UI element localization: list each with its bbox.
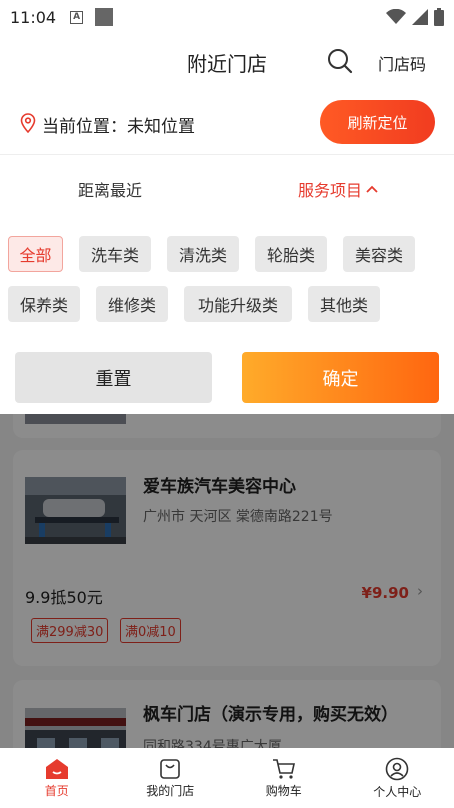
wifi-icon [386, 9, 406, 24]
nav-profile[interactable]: 个人中心 [341, 748, 454, 808]
nav-my-store-label: 我的门店 [146, 783, 195, 798]
chip-maintenance[interactable]: 保养类 [8, 286, 80, 322]
a-notification-icon: A [70, 10, 84, 24]
bag-icon [160, 758, 181, 779]
battery-icon [434, 8, 444, 26]
tab-services-label: 服务项目 [298, 181, 363, 200]
store-code-button[interactable]: 门店码 [378, 51, 426, 75]
chip-tires[interactable]: 轮胎类 [255, 236, 327, 272]
reset-button[interactable]: 重置 [15, 352, 212, 403]
location-bar: 当前位置：未知位置 刷新定位 [0, 88, 454, 155]
status-time: 11:04 [10, 7, 57, 27]
filter-tabs: 距离最近 服务项目 [0, 155, 454, 217]
service-filter-panel: 全部 洗车类 清洗类 轮胎类 美容类 保养类 维修类 功能升级类 其他类 重置 … [0, 217, 454, 414]
status-bar: 11:04 A [0, 0, 454, 34]
tab-nearest[interactable]: 距离最近 [78, 177, 142, 201]
nav-home-label: 首页 [44, 783, 69, 798]
location-pin-icon [20, 113, 36, 133]
chip-other[interactable]: 其他类 [308, 286, 380, 322]
nav-profile-label: 个人中心 [373, 784, 422, 799]
search-icon[interactable] [327, 48, 353, 74]
app-header: 附近门店 门店码 [0, 34, 454, 88]
nav-my-store[interactable]: 我的门店 [114, 748, 228, 808]
chip-repair[interactable]: 维修类 [96, 286, 168, 322]
chevron-up-icon [366, 185, 378, 193]
user-icon [385, 757, 409, 780]
current-location-label: 当前位置：未知位置 [42, 117, 195, 137]
chip-beauty[interactable]: 美容类 [343, 236, 415, 272]
chip-upgrades[interactable]: 功能升级类 [184, 286, 292, 322]
nav-cart-label: 购物车 [265, 783, 302, 798]
nav-home[interactable]: 首页 [0, 748, 114, 808]
bottom-nav: 首页 我的门店 购物车 个人中心 [0, 748, 454, 808]
cart-icon [272, 758, 295, 779]
chip-cleaning[interactable]: 清洗类 [167, 236, 239, 272]
signal-icon [412, 9, 428, 25]
chip-car-wash[interactable]: 洗车类 [79, 236, 151, 272]
nav-cart[interactable]: 购物车 [227, 748, 341, 808]
confirm-button[interactable]: 确定 [242, 352, 439, 403]
refresh-location-button[interactable]: 刷新定位 [320, 100, 435, 144]
notification-square-icon [95, 8, 114, 26]
chip-all[interactable]: 全部 [8, 236, 63, 272]
home-icon [45, 758, 68, 779]
tab-services[interactable]: 服务项目 [298, 177, 378, 201]
